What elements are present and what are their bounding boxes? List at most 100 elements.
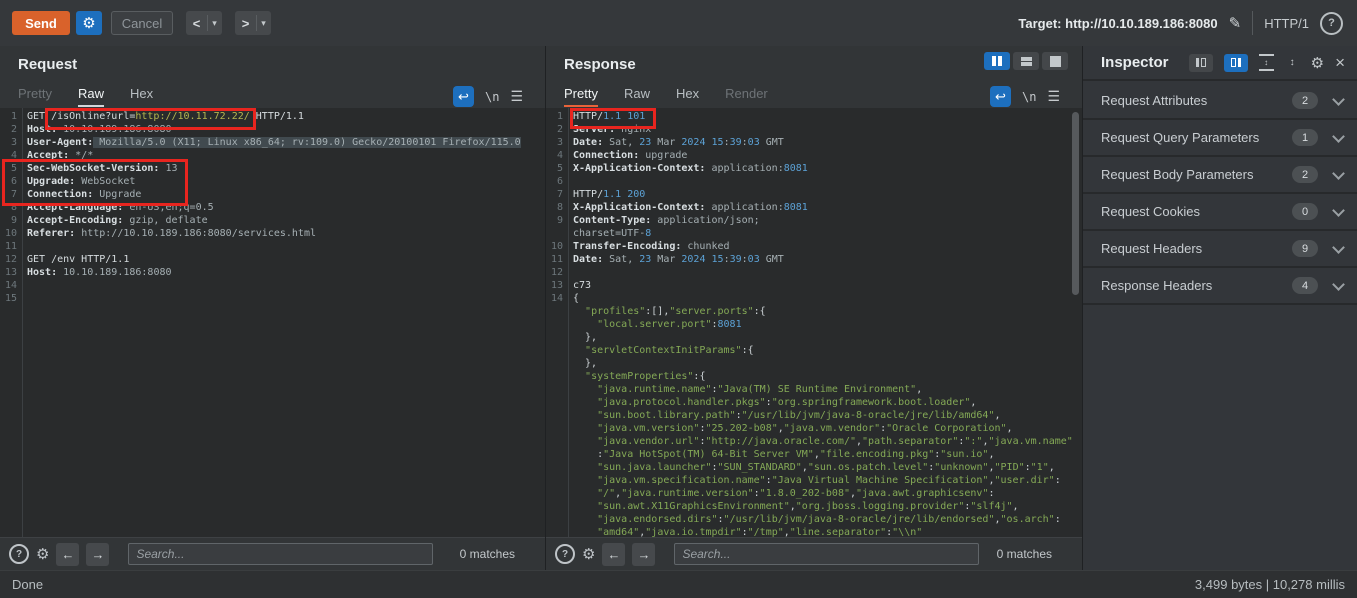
code-line: "amd64","java.io.tmpdir":"/tmp","line.se… xyxy=(573,526,1082,537)
request-search-matches: 0 matches xyxy=(460,547,515,561)
inspector-section-label: Request Attributes xyxy=(1101,93,1207,108)
response-editor[interactable]: 1234567891011121314 HTTP/1.1 101Server: … xyxy=(546,108,1082,537)
editor-menu-icon[interactable]: ☰ xyxy=(1047,88,1060,105)
search-next-button[interactable]: → xyxy=(632,543,655,566)
layout-columns-button[interactable] xyxy=(984,52,1010,70)
inspector-section-response-headers[interactable]: Response Headers4 xyxy=(1083,268,1357,305)
inspector-close-icon[interactable]: × xyxy=(1335,56,1345,69)
layout-rows-button[interactable] xyxy=(1013,52,1039,70)
search-next-button[interactable]: → xyxy=(86,543,109,566)
count-badge: 9 xyxy=(1292,240,1318,257)
layout-single-button[interactable] xyxy=(1042,52,1068,70)
help-icon[interactable]: ? xyxy=(1320,12,1343,35)
target-url: http://10.10.189.186:8080 xyxy=(1065,16,1217,31)
editor-menu-icon[interactable]: ☰ xyxy=(510,88,523,105)
code-line: Content-Type: application/json; xyxy=(573,214,1082,227)
code-line: Accept-Encoding: gzip, deflate xyxy=(27,214,545,227)
forward-dropdown-caret-icon[interactable]: ▾ xyxy=(257,18,270,29)
response-tabs: Pretty Raw Hex Render xyxy=(564,86,768,106)
inspector-section-request-headers[interactable]: Request Headers 9 xyxy=(1083,231,1357,268)
code-line: "systemProperties":{ xyxy=(573,370,1082,383)
chevron-down-icon[interactable] xyxy=(1332,167,1345,180)
inspector-dock-left-button[interactable] xyxy=(1189,54,1213,72)
search-help-icon[interactable]: ? xyxy=(555,544,575,564)
code-line: Accept: */* xyxy=(27,149,545,162)
request-search-input[interactable] xyxy=(128,543,433,565)
inspector-section-request-cookies[interactable]: Request Cookies0 xyxy=(1083,194,1357,231)
response-tab-raw[interactable]: Raw xyxy=(624,86,650,106)
code-line: Date: Sat, 23 Mar 2024 15:39:03 GMT xyxy=(573,253,1082,266)
status-text: Done xyxy=(12,577,43,592)
collapse-all-icon[interactable]: ↕ xyxy=(1285,56,1300,69)
code-line: "java.vm.version":"25.202-b08","java.vm.… xyxy=(573,422,1082,435)
code-line: HTTP/1.1 101 xyxy=(573,110,1082,123)
code-line: Host: 10.10.189.186:8080 xyxy=(27,266,545,279)
forward-arrow-icon[interactable]: > xyxy=(235,16,256,31)
history-forward-button[interactable]: > ▾ xyxy=(235,11,271,35)
response-tab-render[interactable]: Render xyxy=(725,86,768,106)
chevron-down-icon[interactable] xyxy=(1332,93,1345,106)
count-badge: 4 xyxy=(1292,277,1318,294)
search-settings-icon[interactable]: ⚙ xyxy=(582,545,595,563)
show-newlines-icon[interactable]: \n xyxy=(1022,90,1036,104)
back-dropdown-caret-icon[interactable]: ▾ xyxy=(208,18,221,29)
expand-all-icon[interactable]: ↕ xyxy=(1259,54,1274,71)
request-tab-raw[interactable]: Raw xyxy=(78,86,104,106)
request-search-bar: ? ⚙ ← → 0 matches xyxy=(0,537,545,570)
request-code: GET /isOnline?url=http://10.11.72.22/ HT… xyxy=(27,110,545,305)
inspector-section-request-query-parameters[interactable]: Request Query Parameters1 xyxy=(1083,120,1357,157)
response-tab-hex[interactable]: Hex xyxy=(676,86,699,106)
code-line: Accept-Language: en-US,en;q=0.5 xyxy=(27,201,545,214)
request-tab-pretty[interactable]: Pretty xyxy=(18,86,52,106)
back-arrow-icon[interactable]: < xyxy=(186,16,207,31)
top-toolbar: Send ⚙ Cancel < ▾ > ▾ Target: http://10.… xyxy=(0,0,1357,47)
cancel-button[interactable]: Cancel xyxy=(111,11,173,35)
chevron-down-icon[interactable] xyxy=(1332,204,1345,217)
send-button[interactable]: Send xyxy=(12,11,70,35)
inspector-panel: Inspector ↕ ↕ ⚙ × Request Attributes2Req… xyxy=(1083,46,1357,570)
search-help-icon[interactable]: ? xyxy=(9,544,29,564)
response-tab-pretty[interactable]: Pretty xyxy=(564,86,598,106)
code-line xyxy=(573,266,1082,279)
code-line: }, xyxy=(573,331,1082,344)
response-code: HTTP/1.1 101Server: nginxDate: Sat, 23 M… xyxy=(573,110,1082,537)
code-line xyxy=(27,292,545,305)
response-search-input[interactable] xyxy=(674,543,979,565)
http-version-selector[interactable]: HTTP/1 xyxy=(1264,16,1309,31)
search-prev-button[interactable]: ← xyxy=(602,543,625,566)
inspector-dock-right-button[interactable] xyxy=(1224,54,1248,72)
target-label: Target: xyxy=(1018,16,1061,31)
request-tabs: Pretty Raw Hex xyxy=(18,86,153,106)
code-line: "profiles":[],"server.ports":{ xyxy=(573,305,1082,318)
word-wrap-icon[interactable]: ↩ xyxy=(990,86,1011,107)
response-scrollbar[interactable] xyxy=(1072,112,1079,295)
inspector-settings-icon[interactable]: ⚙ xyxy=(1311,54,1324,72)
request-editor[interactable]: 123456789101112131415 GET /isOnline?url=… xyxy=(0,108,545,537)
edit-target-pencil-icon[interactable]: ✎ xyxy=(1229,14,1242,32)
request-tab-hex[interactable]: Hex xyxy=(130,86,153,106)
inspector-section-request-attributes[interactable]: Request Attributes2 xyxy=(1083,83,1357,120)
count-badge: 0 xyxy=(1292,203,1318,220)
chevron-down-icon[interactable] xyxy=(1332,130,1345,143)
code-line: }, xyxy=(573,357,1082,370)
code-line: "java.vm.specification.name":"Java Virtu… xyxy=(573,474,1082,487)
history-back-button[interactable]: < ▾ xyxy=(186,11,222,35)
code-line: User-Agent: Mozilla/5.0 (X11; Linux x86_… xyxy=(27,136,545,149)
show-newlines-icon[interactable]: \n xyxy=(485,90,499,104)
send-settings-gear-icon[interactable]: ⚙ xyxy=(76,11,102,35)
code-line: "java.protocol.handler.pkgs":"org.spring… xyxy=(573,396,1082,409)
word-wrap-icon[interactable]: ↩ xyxy=(453,86,474,107)
search-prev-button[interactable]: ← xyxy=(56,543,79,566)
inspector-section-request-body-parameters[interactable]: Request Body Parameters2 xyxy=(1083,157,1357,194)
code-line xyxy=(573,175,1082,188)
code-line: Referer: http://10.10.189.186:8080/servi… xyxy=(27,227,545,240)
code-line: "java.vendor.url":"http://java.oracle.co… xyxy=(573,435,1082,448)
chevron-down-icon[interactable] xyxy=(1332,241,1345,254)
code-line: GET /env HTTP/1.1 xyxy=(27,253,545,266)
request-panel-title: Request xyxy=(18,56,77,73)
search-settings-icon[interactable]: ⚙ xyxy=(36,545,49,563)
code-line: Connection: upgrade xyxy=(573,149,1082,162)
chevron-down-icon[interactable] xyxy=(1332,278,1345,291)
response-search-bar: ? ⚙ ← → 0 matches xyxy=(546,537,1082,570)
inspector-section-label: Request Headers xyxy=(1101,241,1202,256)
